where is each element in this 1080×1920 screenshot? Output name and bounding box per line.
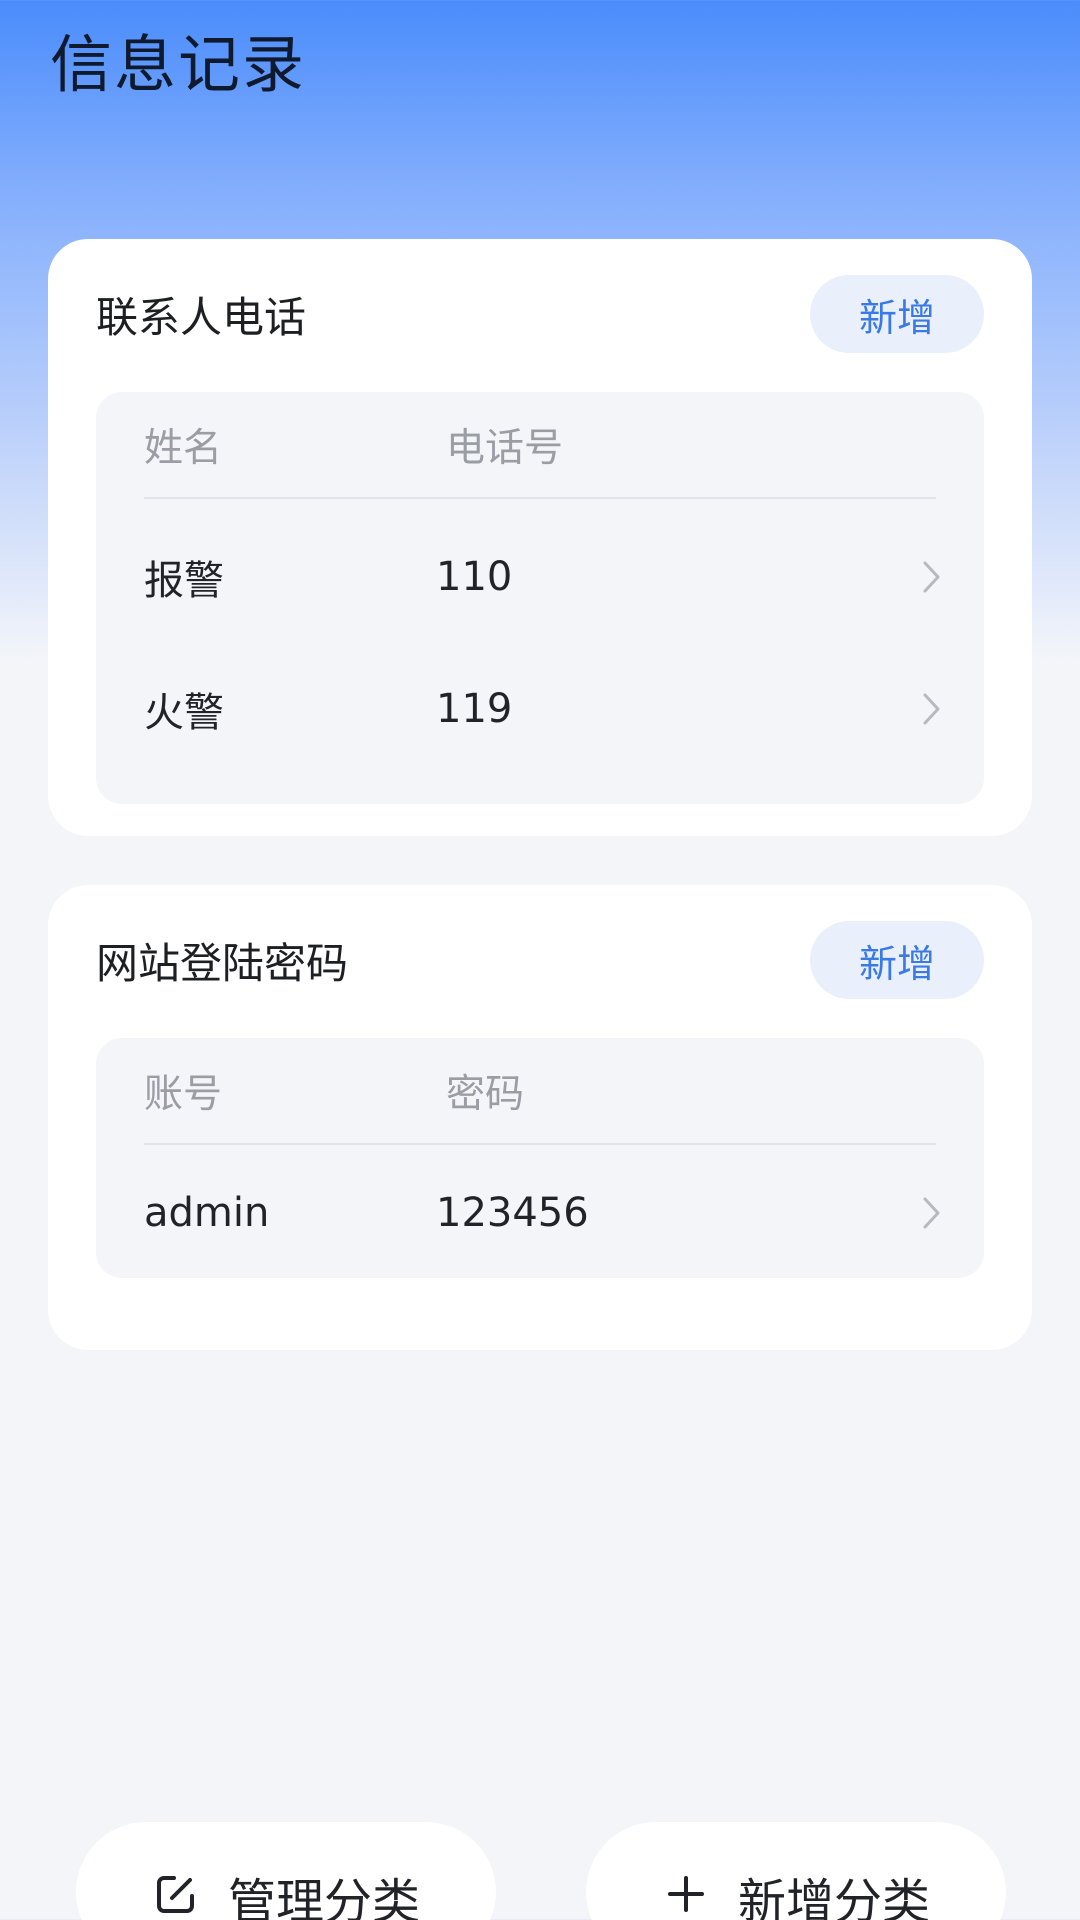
column-header-name: 姓名	[144, 425, 223, 471]
edit-icon	[156, 1876, 194, 1913]
manage-categories-button[interactable]: 管理分类	[76, 1822, 496, 1920]
row-name: 报警	[144, 558, 224, 604]
column-header-password: 密码	[446, 1071, 525, 1117]
page-title: 信息记录	[50, 28, 307, 101]
manage-categories-label: 管理分类	[227, 1874, 420, 1920]
contacts-table: 姓名 电话号 报警 110 火警 119	[96, 392, 984, 804]
chevron-right-icon	[923, 1197, 940, 1229]
table-row[interactable]: 火警 119	[144, 643, 944, 775]
passwords-table: 账号 密码 admin 123456	[96, 1038, 984, 1278]
card-title: 联系人电话	[96, 292, 307, 342]
passwords-card: 网站登陆密码 新增 账号 密码 admin 123456	[48, 885, 1032, 1350]
chevron-right-icon	[923, 693, 940, 725]
row-password: 123456	[436, 1190, 589, 1236]
add-category-button[interactable]: 新增分类	[586, 1822, 1006, 1920]
plus-icon	[667, 1876, 704, 1912]
card-title: 网站登陆密码	[96, 938, 349, 988]
row-account: admin	[144, 1190, 270, 1236]
table-row[interactable]: 报警 110	[144, 511, 944, 643]
row-phone: 119	[436, 686, 513, 732]
table-row[interactable]: admin 123456	[144, 1147, 944, 1279]
add-contact-button[interactable]: 新增	[810, 275, 984, 353]
contacts-card: 联系人电话 新增 姓名 电话号 报警 110 火警 119	[48, 239, 1032, 836]
card-header: 联系人电话 新增	[96, 275, 984, 353]
row-phone: 110	[436, 554, 513, 600]
column-header-account: 账号	[144, 1071, 223, 1117]
add-password-button[interactable]: 新增	[810, 921, 984, 999]
table-header: 姓名 电话号	[144, 392, 936, 499]
row-name: 火警	[144, 690, 224, 736]
column-header-phone: 电话号	[446, 425, 564, 471]
card-header: 网站登陆密码 新增	[96, 921, 984, 999]
add-category-label: 新增分类	[737, 1874, 930, 1920]
chevron-right-icon	[923, 561, 940, 593]
table-header: 账号 密码	[144, 1038, 936, 1145]
